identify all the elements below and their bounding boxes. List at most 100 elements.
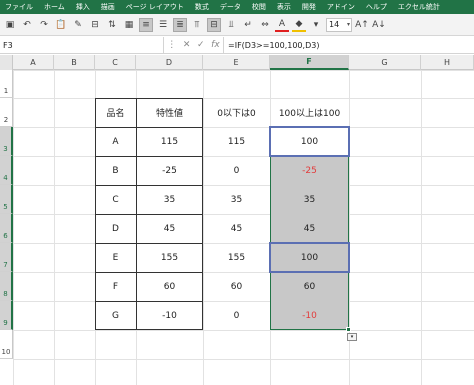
value-cell[interactable]: 35 — [136, 185, 203, 214]
menu-item[interactable]: 表示 — [277, 2, 291, 12]
row-header-4[interactable]: 4 — [0, 156, 13, 185]
result-cell[interactable]: -25 — [270, 156, 349, 185]
decrease-font-icon[interactable]: A↓ — [372, 18, 386, 32]
column-header-b[interactable]: B — [54, 55, 95, 70]
row-header-6[interactable]: 6 — [0, 214, 13, 243]
cancel-icon[interactable]: ✕ — [183, 40, 191, 50]
save-icon[interactable]: ▣ — [3, 18, 17, 32]
format-painter-icon[interactable]: ✎ — [71, 18, 85, 32]
column-header-f[interactable]: F — [270, 55, 349, 70]
increase-font-icon[interactable]: A↑ — [355, 18, 369, 32]
menu-item[interactable]: ページ レイアウト — [126, 2, 184, 12]
column-header-e[interactable]: E — [203, 55, 270, 70]
header-cell[interactable]: 特性値 — [136, 98, 203, 127]
paste-icon[interactable]: 📋 — [54, 18, 68, 32]
menu-item[interactable]: ファイル — [5, 2, 33, 12]
align-center-icon[interactable]: ☰ — [156, 18, 170, 32]
result-cell[interactable]: 35 — [203, 185, 270, 214]
result-cell[interactable]: 35 — [270, 185, 349, 214]
column-header-d[interactable]: D — [136, 55, 203, 70]
name-cell[interactable]: D — [95, 214, 136, 243]
value-cell[interactable]: 45 — [136, 214, 203, 243]
result-cell[interactable]: 100 — [270, 243, 349, 272]
chevron-down-icon: ▾ — [346, 21, 350, 28]
result-cell[interactable]: 155 — [203, 243, 270, 272]
chevron-down-icon[interactable]: ▾ — [309, 18, 323, 32]
name-cell[interactable]: F — [95, 272, 136, 301]
enter-icon[interactable]: ✓ — [197, 40, 205, 50]
row-header-10[interactable]: 10 — [0, 330, 13, 359]
name-cell[interactable]: B — [95, 156, 136, 185]
merge-icon[interactable]: ⇔ — [258, 18, 272, 32]
top-align-icon[interactable]: ⫪ — [190, 18, 204, 32]
name-cell[interactable]: A — [95, 127, 136, 156]
result-cell[interactable]: -10 — [270, 301, 349, 330]
menu-item[interactable]: 挿入 — [76, 2, 90, 12]
header-cell[interactable]: 品名 — [95, 98, 136, 127]
menu-item[interactable]: 開発 — [302, 2, 316, 12]
menu-item[interactable]: 数式 — [195, 2, 209, 12]
value-cell[interactable]: 155 — [136, 243, 203, 272]
fill-color-icon[interactable]: ◆ — [292, 18, 306, 32]
wrap-text-icon[interactable]: ↵ — [241, 18, 255, 32]
result-cell[interactable]: 115 — [203, 127, 270, 156]
gridline — [54, 70, 55, 385]
value-cell[interactable]: -10 — [136, 301, 203, 330]
row-header-7[interactable]: 7 — [0, 243, 13, 272]
menu-item[interactable]: ホーム — [44, 2, 65, 12]
row-header-9[interactable]: 9 — [0, 301, 13, 330]
menu-item[interactable]: アドイン — [327, 2, 355, 12]
ribbon-menu: ファイル ホーム 挿入 描画 ページ レイアウト 数式 データ 校閲 表示 開発 アドイン ヘルプ エク… — [0, 0, 474, 14]
font-size-select[interactable]: 14 ▾ — [326, 17, 352, 32]
select-all-corner[interactable] — [0, 55, 13, 70]
header-cell[interactable]: 0以下は0 — [203, 98, 270, 127]
row-header-8[interactable]: 8 — [0, 272, 13, 301]
font-color-icon[interactable]: A — [275, 18, 289, 32]
result-cell[interactable]: 45 — [203, 214, 270, 243]
row-header-1[interactable]: 1 — [0, 70, 13, 98]
header-cell[interactable]: 100以上は100 — [270, 98, 349, 127]
menu-item[interactable]: 描画 — [101, 2, 115, 12]
value-cell[interactable]: 115 — [136, 127, 203, 156]
result-cell[interactable]: 100 — [270, 127, 349, 156]
fill-handle[interactable] — [346, 327, 351, 332]
column-header-a[interactable]: A — [13, 55, 54, 70]
redo-icon[interactable]: ↷ — [37, 18, 51, 32]
result-cell[interactable]: 45 — [270, 214, 349, 243]
column-header-h[interactable]: H — [421, 55, 474, 70]
name-cell[interactable]: G — [95, 301, 136, 330]
more-icon: ⋮ — [167, 40, 177, 50]
menu-item[interactable]: ヘルプ — [366, 2, 387, 12]
row-header-2[interactable]: 2 — [0, 98, 13, 127]
result-cell[interactable]: 0 — [203, 156, 270, 185]
menu-item[interactable]: エクセル統計 — [398, 2, 440, 12]
menu-item[interactable]: データ — [220, 2, 241, 12]
align-left-icon[interactable]: ≡ — [139, 17, 153, 32]
filter-icon[interactable]: ⊟ — [88, 18, 102, 32]
menu-item[interactable]: 校閲 — [252, 2, 266, 12]
value-cell[interactable]: -25 — [136, 156, 203, 185]
paste-options-icon[interactable]: ▾ — [347, 333, 357, 341]
align-right-icon[interactable]: ≣ — [173, 17, 187, 32]
result-cell[interactable]: 0 — [203, 301, 270, 330]
column-header-g[interactable]: G — [349, 55, 421, 70]
column-header-c[interactable]: C — [95, 55, 136, 70]
function-icon[interactable]: fx — [211, 40, 220, 50]
undo-icon[interactable]: ↶ — [20, 18, 34, 32]
result-cell[interactable]: 60 — [203, 272, 270, 301]
gridline — [421, 70, 422, 385]
name-cell[interactable]: C — [95, 185, 136, 214]
row-header-3[interactable]: 3 — [0, 127, 13, 156]
result-cell[interactable]: 60 — [270, 272, 349, 301]
bottom-align-icon[interactable]: ⫫ — [224, 18, 238, 32]
name-box[interactable]: F3 — [0, 36, 164, 54]
name-cell[interactable]: E — [95, 243, 136, 272]
sort-icon[interactable]: ⇅ — [105, 18, 119, 32]
gridline — [13, 359, 474, 360]
borders-icon[interactable]: ▦ — [122, 18, 136, 32]
value-cell[interactable]: 60 — [136, 272, 203, 301]
gridline — [13, 330, 474, 331]
middle-align-icon[interactable]: ⊟ — [207, 17, 221, 32]
formula-input[interactable]: =IF(D3>=100,100,D3) — [224, 41, 319, 50]
row-header-5[interactable]: 5 — [0, 185, 13, 214]
